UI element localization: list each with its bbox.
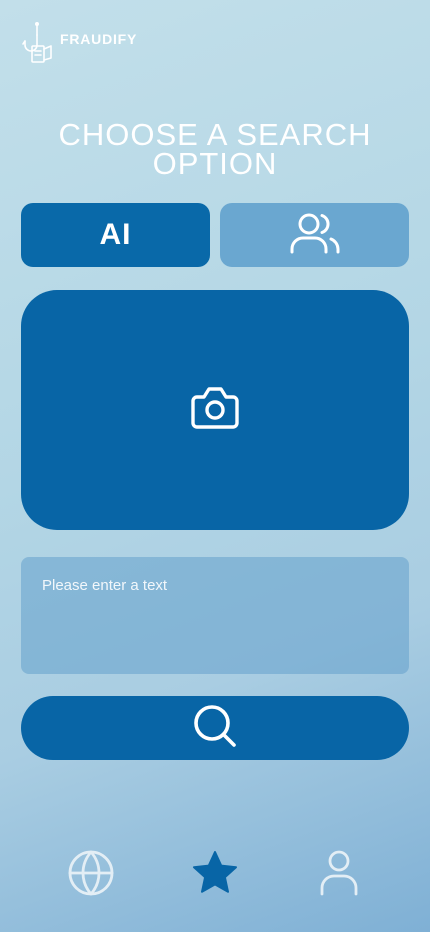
image-upload-panel[interactable] bbox=[21, 290, 409, 530]
ai-option-label: AI bbox=[99, 218, 132, 251]
nav-globe-button[interactable] bbox=[67, 850, 115, 901]
users-icon bbox=[290, 212, 340, 259]
fishing-hook-icon bbox=[20, 21, 54, 64]
nav-favorites-button[interactable] bbox=[191, 850, 239, 901]
search-text-input[interactable] bbox=[21, 557, 409, 674]
star-icon bbox=[192, 850, 238, 901]
people-search-option-button[interactable] bbox=[220, 203, 409, 267]
search-text-field-container bbox=[21, 557, 409, 674]
globe-icon bbox=[68, 850, 114, 901]
brand-name: FRAUDIFY bbox=[60, 31, 138, 47]
nav-profile-button[interactable] bbox=[315, 850, 363, 901]
search-button[interactable] bbox=[21, 696, 409, 760]
camera-icon bbox=[190, 386, 240, 435]
ai-search-option-button[interactable]: AI bbox=[21, 203, 210, 267]
page-title: CHOOSE A SEARCH OPTION bbox=[58, 117, 372, 181]
user-icon bbox=[319, 850, 359, 901]
search-icon bbox=[193, 704, 237, 753]
